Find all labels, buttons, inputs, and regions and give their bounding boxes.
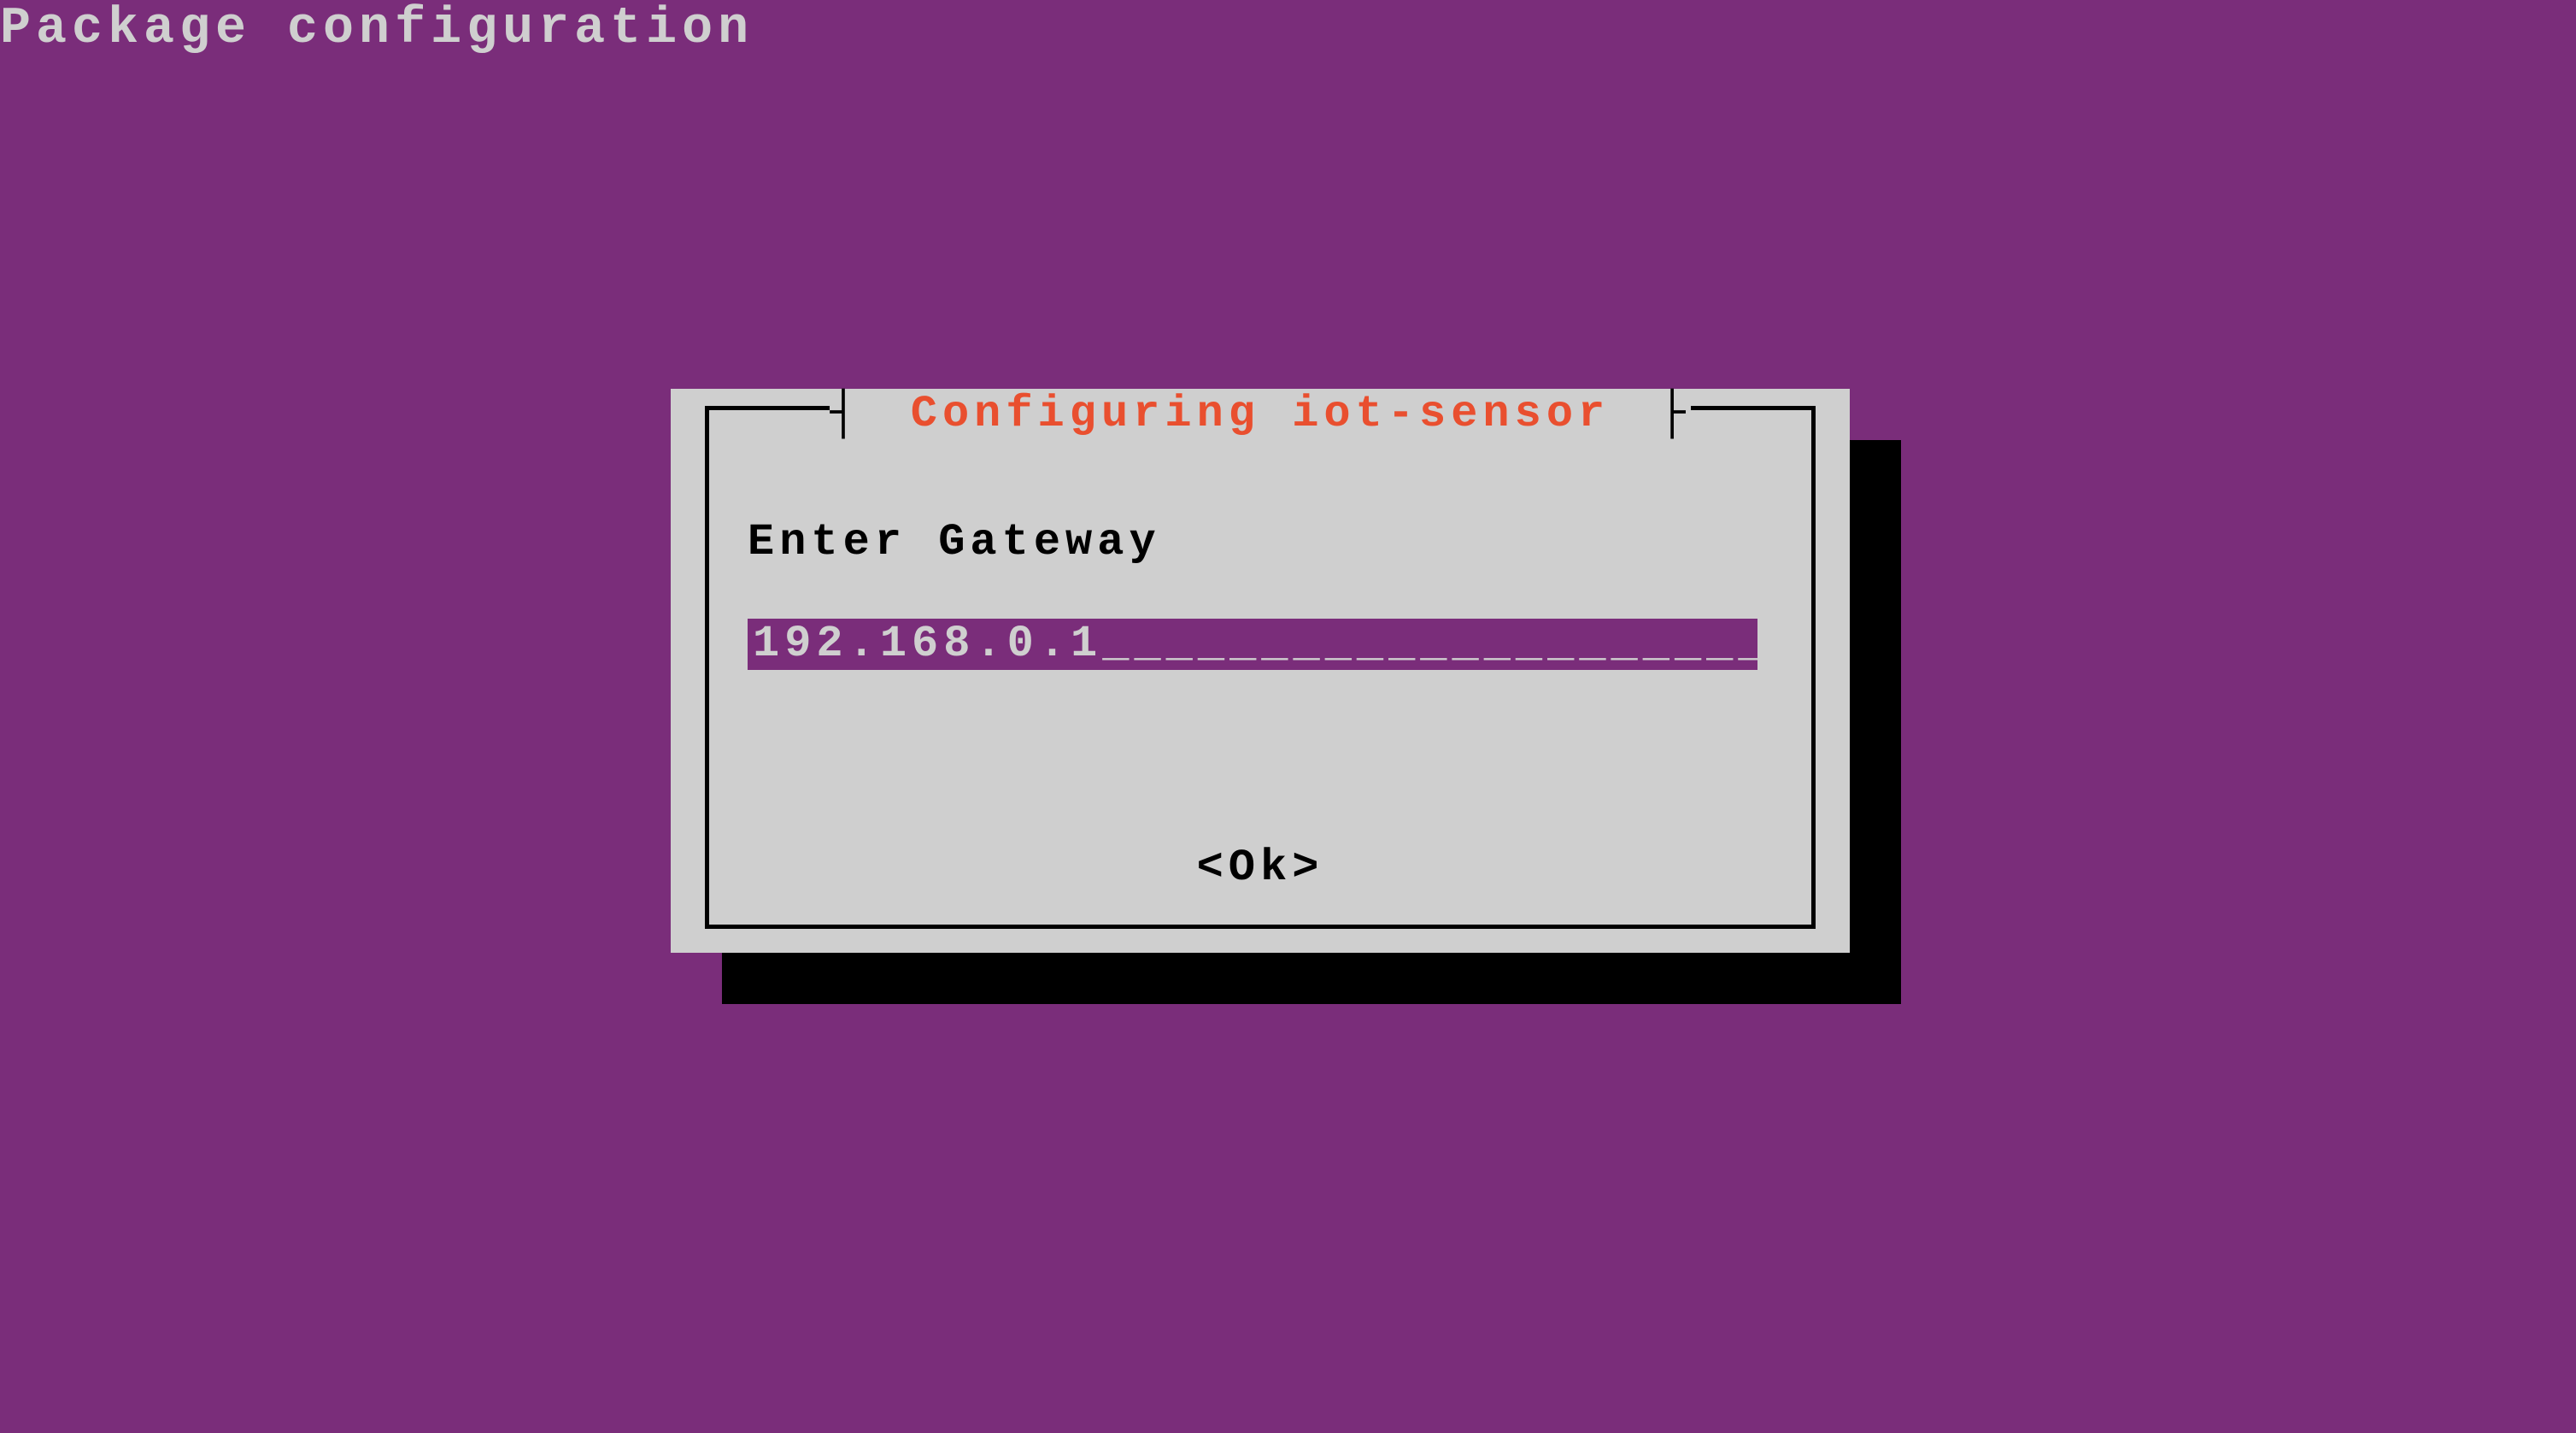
ok-row: <Ok>: [671, 843, 1850, 893]
dialog-title: Configuring iot-sensor: [862, 389, 1659, 439]
gateway-input[interactable]: 192.168.0.1______________________: [748, 619, 1757, 670]
ok-button[interactable]: <Ok>: [1197, 843, 1324, 893]
dialog-title-strip: ┤ Configuring iot-sensor ├: [671, 389, 1850, 439]
dialog-container: ┤ Configuring iot-sensor ├ Enter Gateway…: [671, 389, 1891, 970]
screen-title: Package configuration: [0, 0, 754, 58]
title-bracket-right: ├: [1658, 389, 1690, 439]
dialog-panel: ┤ Configuring iot-sensor ├ Enter Gateway…: [671, 389, 1850, 953]
gateway-prompt-label: Enter Gateway: [748, 517, 1773, 567]
dialog-content: Enter Gateway 192.168.0.1_______________…: [748, 517, 1773, 670]
title-bracket-left: ┤: [830, 389, 861, 439]
